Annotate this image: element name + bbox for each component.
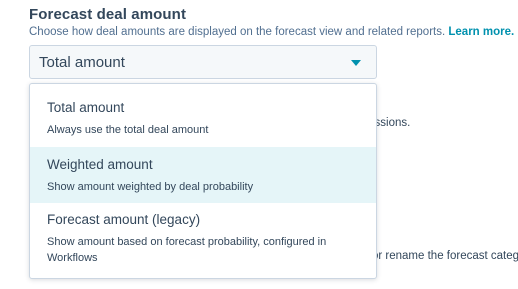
dropdown-option-weighted-amount[interactable]: Weighted amount Show amount weighted by … (30, 147, 376, 203)
description-text: Choose how deal amounts are displayed on… (29, 26, 446, 38)
option-description: Show amount weighted by deal probability (47, 181, 254, 193)
deal-amount-select[interactable]: Total amount (29, 45, 377, 79)
option-label: Weighted amount (47, 157, 153, 172)
option-description: Show amount based on forecast probabilit… (47, 236, 327, 264)
learn-more-label: Learn more. (448, 26, 515, 38)
background-text-line: or rename the forecast categ (372, 250, 518, 262)
section-title: Forecast deal amount (29, 6, 187, 23)
select-value: Total amount (39, 54, 125, 71)
section-description: Choose how deal amounts are displayed on… (29, 26, 518, 38)
forecast-settings-page: Forecast deal amount Choose how deal amo… (0, 0, 518, 289)
option-label: Total amount (47, 100, 125, 115)
caret-down-icon (351, 60, 361, 66)
learn-more-link[interactable]: Learn more. (448, 26, 518, 38)
background-text-line: issions. (372, 117, 411, 129)
option-description: Always use the total deal amount (47, 124, 209, 136)
dropdown-option-forecast-amount-legacy[interactable]: Forecast amount (legacy) Show amount bas… (30, 203, 376, 278)
dropdown-menu: Total amount Always use the total deal a… (29, 83, 377, 279)
dropdown-option-total-amount[interactable]: Total amount Always use the total deal a… (30, 84, 376, 147)
option-label: Forecast amount (legacy) (47, 212, 201, 227)
